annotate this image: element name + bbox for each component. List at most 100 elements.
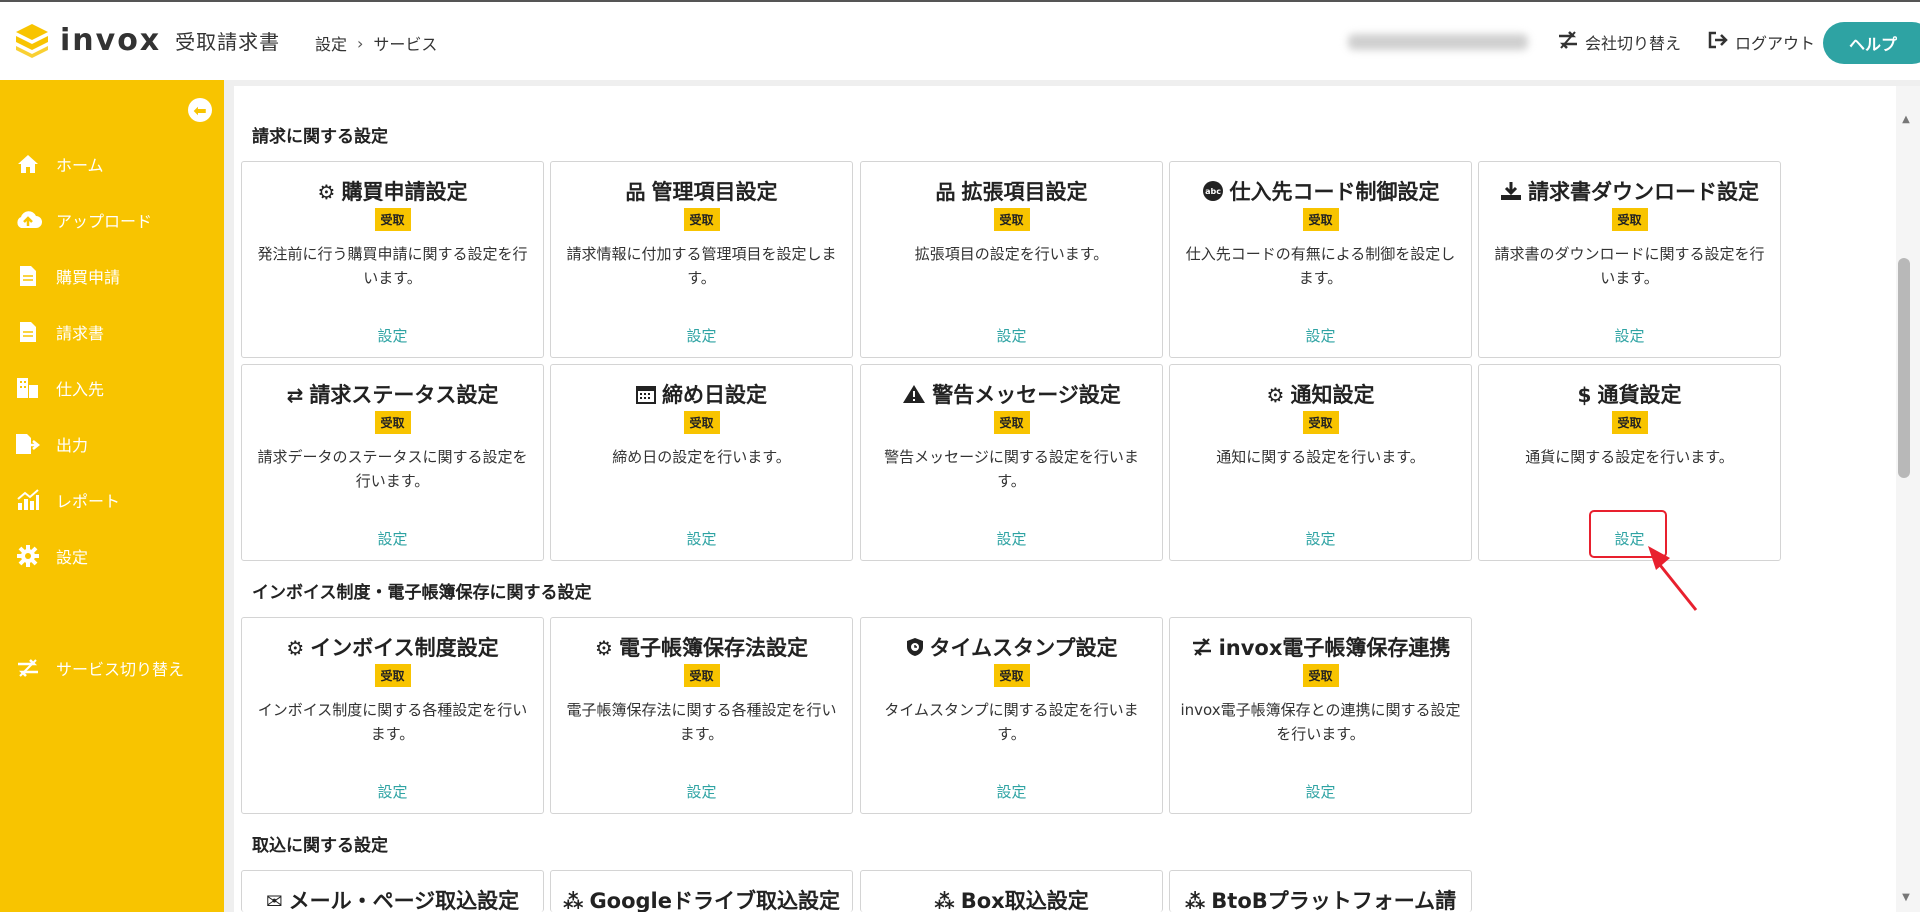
section-title-invoice-system: インボイス制度・電子帳簿保存に関する設定	[252, 583, 592, 603]
badge-receive: 受取	[683, 664, 720, 687]
share-icon: ⁂	[562, 889, 584, 912]
sidebar-item-label: 請求書	[56, 324, 105, 343]
hierarchy-icon: 品	[935, 180, 956, 204]
card-mail-page-import: ✉ メール・ページ取込設定	[241, 870, 544, 912]
sidebar-item-settings[interactable]: 設定	[14, 544, 88, 568]
card-invoice-system-settings: ⚙ インボイス制度設定 受取 インボイス制度に関する各種設定を行います。 設定	[241, 617, 544, 814]
sidebar-item-label: サービス切り替え	[56, 660, 185, 679]
share-icon: ⁂	[1184, 889, 1206, 912]
sidebar-item-switch-service[interactable]: サービス切り替え	[14, 656, 184, 680]
card-description: インボイス制度に関する各種設定を行います。	[257, 701, 528, 743]
sidebar-item-label: ホーム	[56, 156, 104, 175]
collapse-sidebar-icon[interactable]: ⬅	[188, 98, 212, 122]
card-title: 締め日設定	[662, 383, 767, 407]
settings-link[interactable]: 設定	[1479, 325, 1780, 346]
card-google-drive-import: ⁂ Googleドライブ取込設定	[550, 870, 853, 912]
export-icon	[14, 432, 42, 456]
document-icon	[14, 264, 42, 288]
settings-link[interactable]: 設定	[1170, 528, 1471, 549]
breadcrumb-item-service: サービス	[373, 35, 438, 54]
status-icon: ⇄	[286, 383, 304, 407]
settings-link[interactable]: 設定	[551, 781, 852, 802]
card-extended-items-settings: 品拡張項目設定 受取 拡張項目の設定を行います。 設定	[860, 161, 1163, 358]
breadcrumb-item-settings[interactable]: 設定	[315, 31, 347, 55]
sidebar-item-label: 仕入先	[56, 380, 105, 399]
settings-link[interactable]: 設定	[861, 528, 1162, 549]
badge-receive: 受取	[1302, 411, 1339, 434]
settings-link[interactable]: 設定	[551, 528, 852, 549]
sidebar-item-suppliers[interactable]: 仕入先	[14, 376, 104, 400]
logo-subtitle: 受取請求書	[175, 29, 281, 54]
switch-icon	[1557, 30, 1579, 54]
switch-company-button[interactable]: 会社切り替え	[1557, 30, 1681, 54]
sidebar-item-upload[interactable]: アップロード	[14, 208, 152, 232]
chart-icon	[14, 488, 42, 512]
card-description: 発注前に行う購買申請に関する設定を行います。	[257, 245, 528, 287]
sidebar-item-report[interactable]: レポート	[14, 488, 120, 512]
settings-link[interactable]: 設定	[242, 325, 543, 346]
scrollbar-thumb[interactable]	[1898, 258, 1910, 478]
card-title: 警告メッセージ設定	[932, 383, 1121, 407]
card-description: 仕入先コードの有無による制御を設定します。	[1185, 245, 1456, 287]
sidebar-item-purchase-request[interactable]: 購買申請	[14, 264, 120, 288]
card-title: 請求ステータス設定	[309, 383, 499, 407]
gears-icon: ⚙	[1266, 383, 1285, 407]
sidebar-item-home[interactable]: ホーム	[14, 152, 104, 176]
scroll-down-icon[interactable]: ▼	[1896, 892, 1916, 903]
card-description: 警告メッセージに関する設定を行います。	[884, 448, 1139, 490]
card-title: タイムスタンプ設定	[929, 636, 1118, 660]
home-icon	[14, 152, 42, 176]
card-description: タイムスタンプに関する設定を行います。	[884, 701, 1139, 743]
badge-receive: 受取	[993, 664, 1030, 687]
card-purchase-request-settings: ⚙ 購買申請設定 受取 発注前に行う購買申請に関する設定を行います。 設定	[241, 161, 544, 358]
settings-link[interactable]: 設定	[242, 781, 543, 802]
card-title: BtoBプラットフォーム請	[1211, 889, 1457, 912]
card-closing-date-settings: 締め日設定 受取 締め日の設定を行います。 設定	[550, 364, 853, 561]
card-title: 拡張項目設定	[961, 180, 1088, 204]
mail-icon: ✉	[265, 889, 283, 912]
card-supplier-code-settings: abc 仕入先コード制御設定 受取 仕入先コードの有無による制御を設定します。 …	[1169, 161, 1472, 358]
badge-receive: 受取	[1302, 664, 1339, 687]
help-button[interactable]: ヘルプ	[1823, 22, 1920, 64]
card-invoice-download-settings: 請求書ダウンロード設定 受取 請求書のダウンロードに関する設定を行います。 設定	[1478, 161, 1781, 358]
annotation-arrow-icon	[1648, 546, 1698, 611]
card-title: インボイス制度設定	[310, 636, 499, 660]
badge-receive: 受取	[993, 208, 1030, 231]
sidebar-item-export[interactable]: 出力	[14, 432, 88, 456]
sidebar-item-label: 設定	[56, 548, 89, 567]
abc-icon: abc	[1202, 180, 1224, 204]
settings-link[interactable]: 設定	[861, 325, 1162, 346]
card-billing-status-settings: ⇄ 請求ステータス設定 受取 請求データのステータスに関する設定を行います。 設定	[241, 364, 544, 561]
card-title: 通知設定	[1290, 383, 1375, 407]
shield-icon	[906, 636, 924, 660]
settings-link[interactable]: 設定	[242, 528, 543, 549]
logout-icon	[1707, 30, 1729, 54]
card-title: Googleドライブ取込設定	[589, 889, 841, 912]
switch-icon	[14, 656, 42, 680]
logo[interactable]: invox 受取請求書	[14, 22, 280, 58]
scroll-up-icon[interactable]: ▲	[1896, 114, 1916, 125]
card-timestamp-settings: タイムスタンプ設定 受取 タイムスタンプに関する設定を行います。 設定	[860, 617, 1163, 814]
settings-link[interactable]: 設定	[551, 325, 852, 346]
card-warning-message-settings: 警告メッセージ設定 受取 警告メッセージに関する設定を行います。 設定	[860, 364, 1163, 561]
settings-link[interactable]: 設定	[1170, 325, 1471, 346]
card-title: メール・ページ取込設定	[288, 889, 520, 912]
logout-button[interactable]: ログアウト	[1707, 30, 1815, 54]
card-btob-platform: ⁂ BtoBプラットフォーム請	[1169, 870, 1472, 912]
gear-icon	[14, 544, 42, 568]
scrollbar-track[interactable]	[1896, 86, 1920, 912]
sidebar-item-label: アップロード	[56, 212, 153, 231]
settings-link[interactable]: 設定	[861, 781, 1162, 802]
logout-label: ログアウト	[1735, 34, 1816, 53]
badge-receive: 受取	[1611, 411, 1648, 434]
card-title: invox電子帳簿保存連携	[1218, 636, 1451, 660]
gears-icon: ⚙	[317, 180, 336, 204]
settings-link[interactable]: 設定	[1170, 781, 1471, 802]
sidebar-item-label: レポート	[56, 492, 121, 511]
dollar-icon: $	[1577, 383, 1592, 407]
user-info-blurred	[1348, 34, 1528, 50]
calendar-icon	[636, 383, 656, 407]
sidebar-item-invoices[interactable]: 請求書	[14, 320, 104, 344]
logo-text: invox	[60, 22, 162, 58]
badge-receive: 受取	[1302, 208, 1339, 231]
